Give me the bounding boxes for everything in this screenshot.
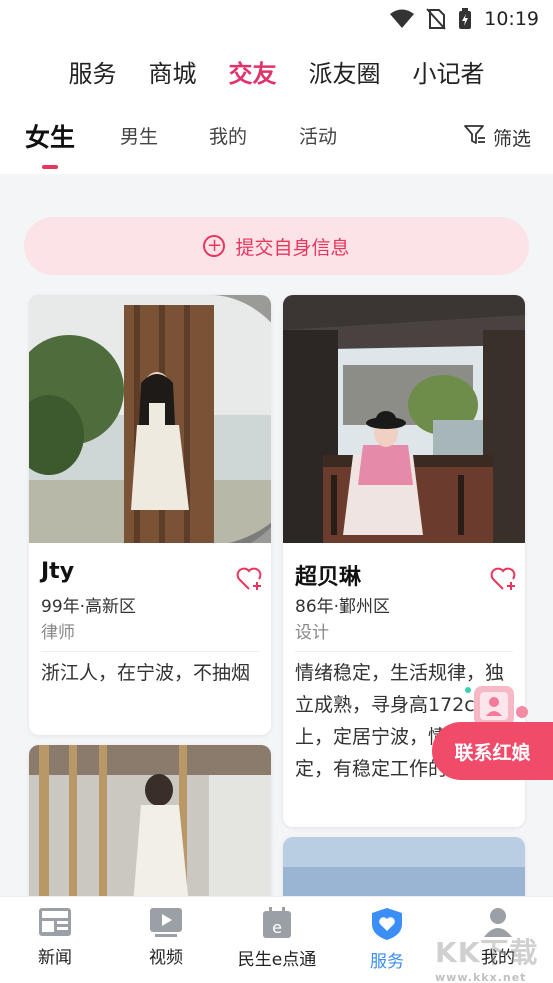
- subtab-female[interactable]: 女生: [25, 118, 75, 154]
- calendar-e-icon: e: [263, 907, 291, 938]
- submit-info-button[interactable]: + 提交自身信息: [24, 217, 529, 275]
- profile-meta: 86年·鄞州区: [295, 597, 391, 617]
- filter-icon: [463, 124, 487, 151]
- profile-name: Jty: [41, 559, 75, 584]
- nav-label: 视频: [149, 948, 183, 968]
- nav-minsheng[interactable]: e 民生e点通: [227, 907, 327, 970]
- profile-card[interactable]: [29, 745, 271, 896]
- watermark-url: www.kkx.net: [435, 971, 527, 983]
- contact-matchmaker-button[interactable]: 联系红娘: [432, 722, 553, 780]
- profile-photo: [29, 745, 271, 896]
- filter-button[interactable]: 筛选: [463, 124, 531, 151]
- profile-meta: 99年·高新区: [41, 597, 137, 617]
- nav-news[interactable]: 新闻: [5, 907, 105, 968]
- heart-add-icon[interactable]: [490, 567, 516, 595]
- heart-shield-icon: [372, 908, 402, 940]
- plus-circle-icon: +: [203, 235, 226, 257]
- submit-label: 提交自身信息: [235, 236, 350, 259]
- tab-dating[interactable]: 交友: [229, 54, 277, 89]
- status-bar: 10:19: [0, 0, 553, 38]
- subtab-mine[interactable]: 我的: [209, 122, 247, 149]
- profile-name: 超贝琳: [295, 565, 362, 590]
- news-icon: [39, 908, 71, 936]
- divider: [295, 651, 513, 652]
- sub-tabs: 女生 男生 我的 活动 筛选: [0, 112, 553, 172]
- nav-label: 新闻: [38, 948, 72, 968]
- profile-card[interactable]: [283, 837, 525, 896]
- subtab-activity[interactable]: 活动: [299, 122, 337, 149]
- tab-service[interactable]: 服务: [69, 54, 117, 89]
- clock: 10:19: [484, 8, 539, 30]
- profile-photo: [283, 837, 525, 896]
- battery-charging-icon: [458, 8, 472, 30]
- profile-photo: [283, 295, 525, 543]
- tab-friend-circle[interactable]: 派友圈: [309, 54, 381, 89]
- nav-service[interactable]: 服务: [337, 907, 437, 972]
- divider: [41, 651, 259, 652]
- heart-add-icon[interactable]: [236, 567, 262, 595]
- no-sim-icon: [426, 8, 446, 30]
- svg-text:e: e: [272, 918, 282, 937]
- app-screen: 10:19 服务 商城 交友 派友圈 小记者 女生 男生 我的 活动 筛选 + …: [0, 0, 553, 983]
- nav-video[interactable]: 视频: [116, 907, 216, 968]
- profile-photo: [29, 295, 271, 543]
- bottom-nav: 新闻 视频 e 民生e点通 服务 我的 KK下载 www.kkx.net: [0, 896, 553, 983]
- watermark: KK下载 www.kkx.net: [435, 931, 538, 983]
- profile-job: 律师: [41, 623, 75, 643]
- profile-description: 浙江人，在宁波，不抽烟: [41, 662, 251, 684]
- profile-card[interactable]: Jty 99年·高新区 律师 浙江人，在宁波，不抽烟: [29, 295, 271, 735]
- filter-label: 筛选: [492, 128, 531, 150]
- nav-label: 服务: [370, 952, 404, 972]
- watermark-text: KK下载: [435, 936, 539, 969]
- subtab-male[interactable]: 男生: [120, 122, 158, 149]
- profile-job: 设计: [295, 623, 329, 643]
- tab-junior-reporter[interactable]: 小记者: [413, 54, 485, 89]
- wifi-icon: [390, 9, 415, 29]
- tab-mall[interactable]: 商城: [149, 54, 197, 89]
- profile-feed: + 提交自身信息 Jty 99年·高新区 律师 浙江人，在宁波，不抽烟 超贝琳 …: [0, 174, 553, 896]
- active-tab-indicator: [42, 165, 58, 169]
- nav-label: 民生e点通: [237, 950, 317, 970]
- video-icon: [150, 908, 182, 937]
- channel-tabs: 服务 商城 交友 派友圈 小记者: [0, 48, 553, 94]
